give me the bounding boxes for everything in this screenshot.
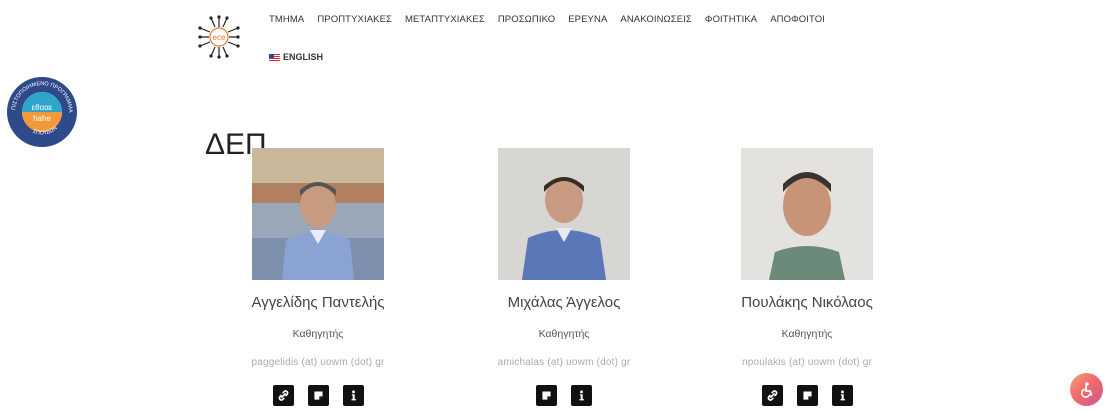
staff-name: Πουλάκης Νικόλαος — [741, 294, 873, 311]
nav-item-apofoitoi[interactable]: ΑΠΟΦΟΙΤΟΙ — [770, 14, 825, 25]
staff-card: Μιχάλας Άγγελος Καθηγητής amichalas (at)… — [444, 148, 684, 406]
staff-name: Μιχάλας Άγγελος — [507, 294, 621, 311]
accreditation-badge[interactable]: ΠΙΣΤΟΠΟΙΗΜΕΝΟ ΠΡΟΓΡΑΜΜΑ ΣΠΟΥΔΩΝ εθααε ha… — [5, 75, 79, 149]
staff-email: paggelidis (at) uowm (dot) gr — [251, 357, 385, 368]
info-icon — [579, 390, 584, 401]
info-button[interactable] — [342, 385, 364, 406]
info-button[interactable] — [571, 385, 592, 406]
document-icon — [542, 391, 551, 400]
nav-item-foititika[interactable]: ΦΟΙΤΗΤΙΚΑ — [705, 14, 757, 25]
link-button[interactable] — [761, 385, 783, 406]
cv-button[interactable] — [796, 385, 818, 406]
link-icon — [767, 390, 777, 401]
staff-role: Καθηγητής — [538, 328, 590, 340]
accessibility-button[interactable] — [1070, 373, 1103, 406]
svg-text:hahe: hahe — [33, 114, 51, 123]
nav-item-anakoinoseis[interactable]: ΑΝΑΚΟΙΝΩΣΕΙΣ — [620, 14, 692, 25]
nav-item-proptyxiakes[interactable]: ΠΡΟΠΤΥΧΙΑΚΕΣ — [317, 14, 392, 25]
svg-text:ece: ece — [213, 33, 226, 42]
staff-name: Αγγελίδης Παντελής — [251, 294, 385, 311]
nav-item-metaptyxiakes[interactable]: ΜΕΤΑΠΤΥΧΙΑΚΕΣ — [405, 14, 485, 25]
nav-item-prosopiko[interactable]: ΠΡΟΣΩΠΙΚΟ — [498, 14, 555, 25]
document-icon — [802, 391, 812, 400]
us-flag-icon — [269, 53, 280, 61]
accessibility-icon — [1080, 381, 1092, 398]
svg-text:εθααε: εθααε — [32, 103, 53, 112]
staff-photo — [741, 148, 873, 280]
staff-email: npoulakis (at) uowm (dot) gr — [741, 357, 873, 368]
main-nav: ΤΜΗΜΑ ΠΡΟΠΤΥΧΙΑΚΕΣ ΜΕΤΑΠΤΥΧΙΑΚΕΣ ΠΡΟΣΩΠΙ… — [269, 14, 838, 25]
cv-button[interactable] — [307, 385, 329, 406]
language-label: ENGLISH — [283, 52, 324, 62]
cv-button[interactable] — [536, 385, 557, 406]
staff-photo — [252, 148, 384, 280]
staff-card: Αγγελίδης Παντελής Καθηγητής paggelidis … — [198, 148, 438, 406]
nav-item-erevna[interactable]: ΕΡΕΥΝΑ — [568, 14, 607, 25]
staff-role: Καθηγητής — [292, 328, 344, 340]
language-switch[interactable]: ENGLISH — [269, 52, 323, 62]
document-icon — [313, 391, 323, 400]
info-icon — [350, 390, 356, 401]
info-button[interactable] — [831, 385, 853, 406]
link-icon — [278, 390, 288, 401]
staff-card: Πουλάκης Νικόλαος Καθηγητής npoulakis (a… — [687, 148, 927, 406]
department-logo[interactable]: ece — [196, 14, 242, 60]
link-button[interactable] — [272, 385, 294, 406]
info-icon — [839, 390, 845, 401]
staff-role: Καθηγητής — [781, 328, 833, 340]
staff-photo — [498, 148, 630, 280]
staff-email: amichalas (at) uowm (dot) gr — [497, 357, 631, 368]
nav-item-tmima[interactable]: ΤΜΗΜΑ — [269, 14, 304, 25]
